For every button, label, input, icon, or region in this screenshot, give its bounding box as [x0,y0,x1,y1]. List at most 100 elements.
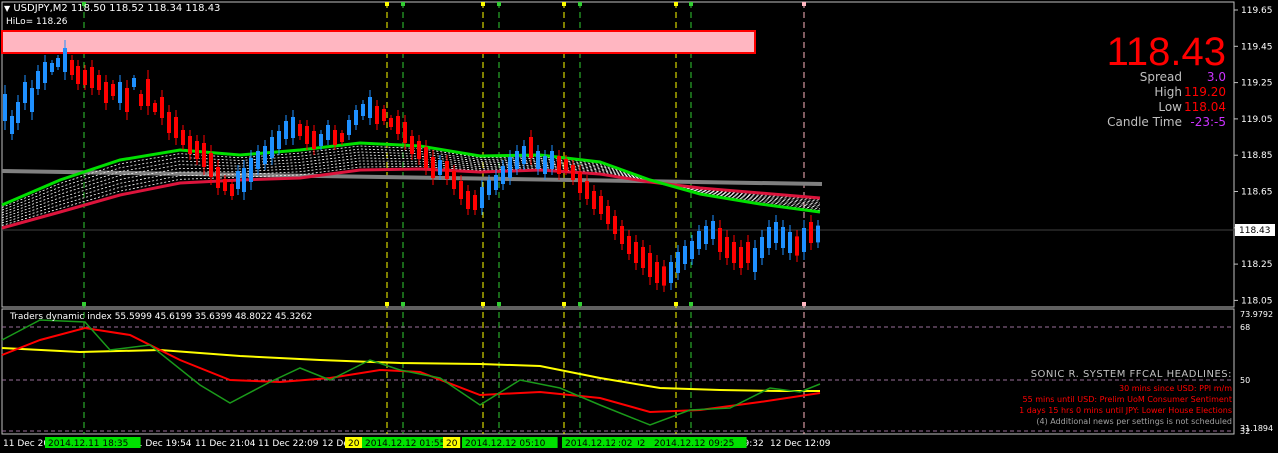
candle-body [368,97,372,118]
candle-body [655,262,659,283]
candle-body [809,222,813,243]
candle-body [249,158,253,182]
candle-body [195,141,199,159]
candle-body [802,228,806,252]
tdi-tick-label: 31.1894 [1240,424,1273,433]
candle-body [557,156,561,174]
candle-body [111,84,115,96]
candle-body [536,151,540,169]
hilo-label: HiLo= 118.26 [6,17,68,27]
tdi-tick-label: 68 [1240,323,1250,332]
candle-body [16,102,20,123]
candle-body [347,120,351,135]
event-tag-label: 20 [348,439,360,449]
ema-ribbon-line [1,166,821,226]
candle-body [648,253,652,277]
event-marker-bottom [481,302,485,306]
candle-body [23,82,27,103]
event-marker-top [401,2,405,6]
candle-body [634,242,638,263]
candle-body [125,88,129,112]
event-tag-label: 20 [446,439,458,449]
candle-body [63,48,67,72]
candle-time-label: Candle Time [1107,115,1182,129]
candle-body [70,60,74,75]
candle-body [774,222,778,243]
candle-body [174,117,178,138]
candle-body [522,146,526,164]
candle-body [160,97,164,118]
symbol-header: ▼ USDJPY,M2 118.50 118.52 118.34 118.43 [4,3,220,14]
candle-time-value: -23:-5 [1190,115,1226,129]
candle-body [146,79,150,106]
candle-body [753,248,757,272]
candle-body [529,137,533,158]
candle-body [216,167,220,188]
chart-window[interactable]: 119.65 119.45 119.25 119.05 118.85 118.65 118.… [0,0,1278,453]
event-marker-top [802,2,806,6]
headlines-title: SONIC R. SYSTEM FFCAL HEADLINES: [1030,369,1232,380]
event-marker-bottom [82,302,86,306]
price-tick-label: 119.25 [1241,79,1273,89]
high-value: 119.20 [1184,85,1226,99]
price-tick-label: 119.45 [1241,42,1273,52]
candle-body [312,131,316,149]
candle-body [767,227,771,248]
event-marker-top [562,2,566,6]
price-tick-label: 118.05 [1241,296,1273,306]
dropdown-arrow-icon[interactable]: ▼ [4,4,10,13]
candle-body [403,122,407,143]
candle-body [382,109,386,121]
candle-body [746,242,750,263]
candle-body [788,232,792,253]
candle-body [459,181,463,199]
event-marker-bottom [674,302,678,306]
candle-body [550,151,554,169]
candle-body [36,71,40,89]
candle-body [466,191,470,209]
candle-body [230,184,234,196]
indicator-title: Traders dynamic index 55.5999 45.6199 35… [10,312,313,322]
candle-body [50,63,54,72]
candle-body [97,75,101,90]
candle-body [662,266,666,286]
candle-body [697,231,701,249]
candle-body [76,66,80,84]
symbol-quote: USDJPY,M2 118.50 118.52 118.34 118.43 [13,3,221,14]
headlines-list: 30 mins since USD: PPI m/m 55 mins until… [1019,383,1232,427]
candle-body [515,151,519,169]
candle-body [305,126,309,144]
event-tag-label: 2014.12.11 18:35 [48,439,128,449]
candle-body [10,116,14,134]
candle-body [718,228,722,252]
low-value: 118.04 [1184,100,1226,114]
event-tag-label: 2014.12.12 09:25 [654,439,734,449]
event-tag-label: 2014.12.12 01:55 [365,439,445,449]
candle-body [319,134,323,146]
tdi-green-line [1,319,821,426]
candle-body [543,156,547,174]
candle-body [242,168,246,192]
candle-body [445,161,449,179]
candle-body [669,262,673,283]
event-tag-label: :02 [618,439,632,449]
candle-body [725,237,729,258]
event-marker-top [578,2,582,6]
event-marker-top [674,2,678,6]
time-label: 11 Dec 21:04 [195,439,256,449]
candle-body [620,226,624,244]
candle-body [270,137,274,158]
tdi-tick-label: 50 [1240,376,1250,385]
event-marker-bottom [497,302,501,306]
candle-body [501,166,505,184]
candle-body [181,130,185,145]
price-tick-label: 119.65 [1241,6,1273,16]
price-tick-label: 118.65 [1241,188,1273,198]
time-label: 11 Dec 22:09 [258,439,319,449]
candle-body [263,146,267,164]
candle-body [202,143,206,167]
candle-body [284,121,288,139]
candle-body [781,227,785,248]
candle-body [641,247,645,268]
candle-body [613,216,617,234]
